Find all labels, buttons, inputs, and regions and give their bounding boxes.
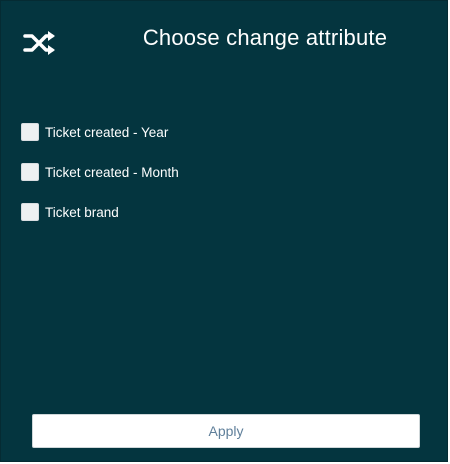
panel-header: Choose change attribute (1, 1, 447, 81)
change-attribute-panel: Choose change attribute Ticket created -… (0, 0, 448, 462)
apply-button[interactable]: Apply (32, 414, 420, 448)
attribute-option-ticket-created-year[interactable]: Ticket created - Year (21, 122, 421, 142)
option-label: Ticket brand (45, 204, 119, 220)
checkbox[interactable] (21, 163, 39, 181)
attribute-option-ticket-created-month[interactable]: Ticket created - Month (21, 162, 421, 182)
option-label: Ticket created - Year (45, 124, 169, 140)
checkbox[interactable] (21, 203, 39, 221)
page-title: Choose change attribute (142, 25, 388, 50)
attribute-option-ticket-brand[interactable]: Ticket brand (21, 202, 421, 222)
option-label: Ticket created - Month (45, 164, 179, 180)
shuffle-icon (23, 31, 55, 55)
checkbox[interactable] (21, 123, 39, 141)
attribute-options-list: Ticket created - Year Ticket created - M… (21, 122, 421, 242)
